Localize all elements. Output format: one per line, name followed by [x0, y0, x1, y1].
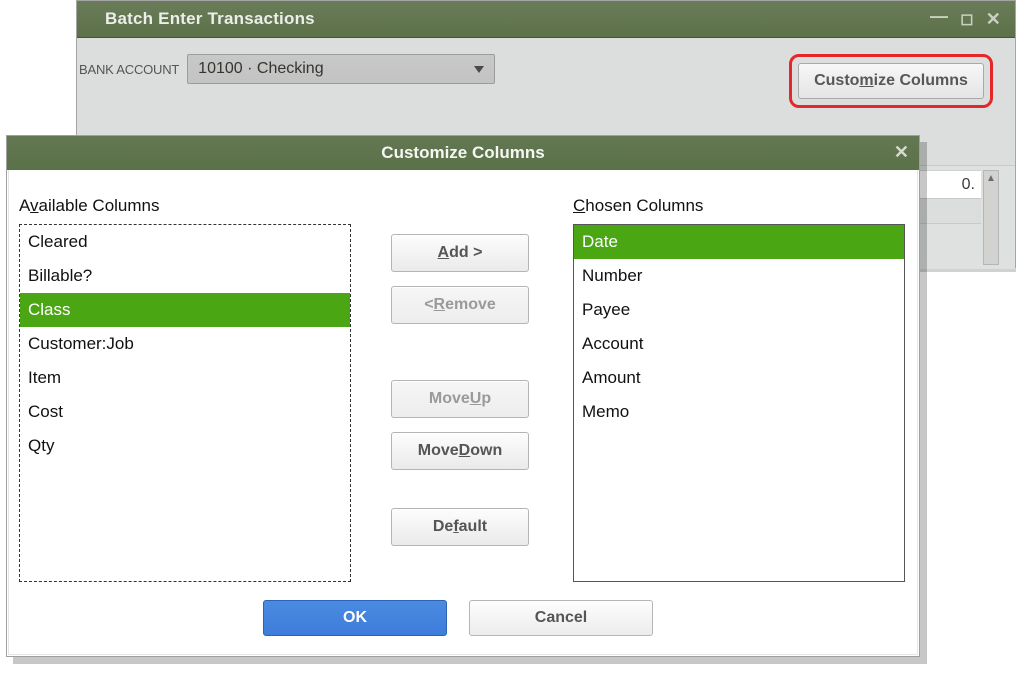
- move-down-button[interactable]: Move Down: [391, 432, 529, 470]
- scroll-up-arrow-icon[interactable]: ▲: [984, 171, 998, 185]
- customize-columns-highlight: Customize Columns: [789, 54, 993, 108]
- vertical-scrollbar[interactable]: ▲: [983, 170, 999, 265]
- ok-button[interactable]: OK: [263, 600, 447, 636]
- customize-columns-dialog: Customize Columns ✕ Available Columns Cl…: [6, 135, 920, 657]
- parent-window-controls: — ◻ ✕: [930, 9, 1001, 30]
- chosen-list-item[interactable]: Memo: [574, 395, 904, 429]
- chosen-list-item[interactable]: Date: [574, 225, 904, 259]
- bank-account-label: BANK ACCOUNT: [79, 54, 179, 84]
- available-list-item[interactable]: Billable?: [20, 259, 350, 293]
- movedown-label-accel: D: [459, 442, 471, 460]
- add-label-post: dd >: [449, 244, 482, 262]
- moveup-label-accel: U: [470, 390, 482, 408]
- default-label-pre: De: [433, 518, 453, 536]
- available-columns-section: Available Columns ClearedBillable?ClassC…: [19, 196, 351, 582]
- remove-label-post: emove: [445, 296, 496, 314]
- bank-account-value: 10100 · Checking: [198, 60, 323, 78]
- add-label-accel: A: [438, 244, 450, 262]
- dialog-titlebar: Customize Columns ✕: [7, 136, 919, 170]
- chosen-list-item[interactable]: Account: [574, 327, 904, 361]
- customize-columns-label-post: ize Columns: [874, 72, 968, 90]
- chevron-down-icon: [474, 66, 484, 73]
- default-button[interactable]: Default: [391, 508, 529, 546]
- available-list-item[interactable]: Qty: [20, 429, 350, 463]
- maximize-icon[interactable]: ◻: [960, 9, 973, 29]
- dialog-body: Available Columns ClearedBillable?ClassC…: [7, 170, 919, 654]
- chosen-list-item[interactable]: Amount: [574, 361, 904, 395]
- bank-account-select[interactable]: 10100 · Checking: [187, 54, 495, 84]
- parent-window-title: Batch Enter Transactions: [105, 9, 315, 29]
- available-columns-listbox[interactable]: ClearedBillable?ClassCustomer:JobItemCos…: [19, 224, 351, 582]
- customize-columns-label-pre: Custo: [814, 72, 859, 90]
- movedown-label-pre: Move: [418, 442, 459, 460]
- movedown-label-post: own: [470, 442, 502, 460]
- parent-window-titlebar: Batch Enter Transactions — ◻ ✕: [77, 1, 1015, 38]
- dialog-footer: OK Cancel: [19, 600, 897, 636]
- chosen-heading-post: hosen Columns: [585, 196, 703, 215]
- chosen-columns-heading: Chosen Columns: [573, 196, 905, 216]
- grid-cell: [915, 198, 981, 224]
- dialog-close-icon[interactable]: ✕: [894, 142, 909, 163]
- available-list-item[interactable]: Class: [20, 293, 350, 327]
- minimize-icon[interactable]: —: [930, 6, 948, 27]
- moveup-label-post: p: [481, 390, 491, 408]
- parent-window-body: BANK ACCOUNT 10100 · Checking Customize …: [77, 38, 1015, 116]
- available-list-item[interactable]: Item: [20, 361, 350, 395]
- available-list-item[interactable]: Cleared: [20, 225, 350, 259]
- close-icon[interactable]: ✕: [986, 9, 1001, 30]
- available-heading-post: ailable Columns: [39, 196, 160, 215]
- chosen-columns-listbox[interactable]: DateNumberPayeeAccountAmountMemo: [573, 224, 905, 582]
- moveup-label-pre: Move: [429, 390, 470, 408]
- chosen-columns-section: Chosen Columns DateNumberPayeeAccountAmo…: [573, 196, 905, 582]
- dialog-title: Customize Columns: [381, 143, 544, 163]
- remove-button[interactable]: < Remove: [391, 286, 529, 324]
- cancel-button[interactable]: Cancel: [469, 600, 653, 636]
- customize-columns-button[interactable]: Customize Columns: [798, 63, 984, 99]
- chosen-heading-accel: C: [573, 196, 585, 215]
- available-heading-accel: v: [30, 196, 39, 215]
- available-list-item[interactable]: Customer:Job: [20, 327, 350, 361]
- remove-label-accel: R: [434, 296, 446, 314]
- chosen-list-item[interactable]: Number: [574, 259, 904, 293]
- move-up-button[interactable]: Move Up: [391, 380, 529, 418]
- available-columns-heading: Available Columns: [19, 196, 351, 216]
- grid-value-cell: 0.: [915, 170, 981, 198]
- remove-label-pre: <: [424, 296, 433, 314]
- dialog-middle-controls: Add > < Remove Move Up Move Down Default: [391, 196, 529, 582]
- available-heading-pre: A: [19, 196, 30, 215]
- available-list-item[interactable]: Cost: [20, 395, 350, 429]
- dialog-columns-wrap: Available Columns ClearedBillable?ClassC…: [19, 196, 897, 582]
- default-label-post: ault: [459, 518, 487, 536]
- customize-columns-label-accel: m: [859, 72, 873, 90]
- chosen-list-item[interactable]: Payee: [574, 293, 904, 327]
- add-button[interactable]: Add >: [391, 234, 529, 272]
